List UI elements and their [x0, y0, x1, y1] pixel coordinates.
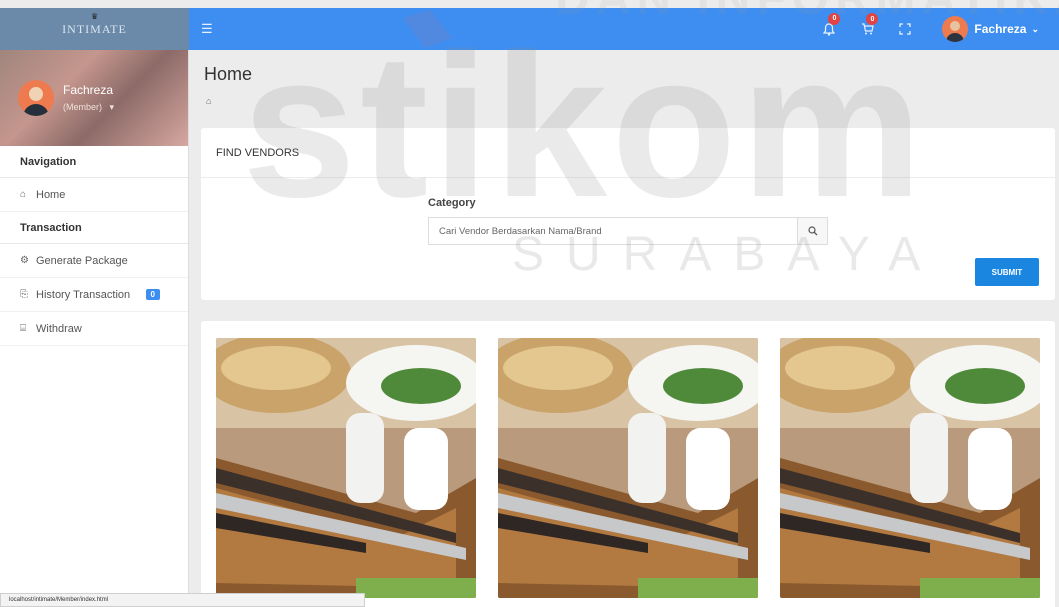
sidebar-item-label: Home: [36, 188, 66, 201]
sidebar-item-label: Withdraw: [36, 322, 82, 335]
vendor-search-input[interactable]: [429, 218, 797, 244]
section-navigation: Navigation: [0, 146, 188, 178]
vendor-photo: [498, 338, 758, 598]
sidebar-item-generate-package[interactable]: ⚙ Generate Package: [0, 244, 188, 278]
search-icon: [807, 226, 817, 236]
page-title: Home: [204, 64, 253, 84]
vendor-photo: [216, 338, 476, 598]
top-navbar: ♛ INTIMATE ☰ 0 0 Fachreza ⌄: [0, 8, 1059, 50]
submit-button[interactable]: SUBMIT: [975, 258, 1039, 286]
category-label: Category: [428, 197, 476, 209]
notifications-button[interactable]: 0: [810, 12, 848, 36]
profile-name: Fachreza: [63, 83, 114, 97]
vendor-photo: [780, 338, 1040, 598]
vendor-list-panel: [201, 321, 1055, 607]
home-icon: ⌂: [20, 189, 27, 200]
notification-count-badge: 0: [828, 12, 841, 25]
bank-icon: ⌸: [20, 323, 26, 334]
user-menu[interactable]: Fachreza ⌄: [942, 16, 1039, 42]
caret-down-icon: ▾: [104, 102, 115, 112]
search-button[interactable]: [797, 218, 827, 244]
vendor-card[interactable]: [216, 338, 476, 598]
profile-role: (Member): [63, 102, 103, 112]
vendor-search-box: [428, 217, 828, 245]
sidebar-item-label: History Transaction: [36, 288, 131, 301]
find-vendors-panel: FIND VENDORS Category SUBMIT: [201, 128, 1055, 300]
sidebar: Fachreza (Member) ▾ Navigation ⌂ Home Tr…: [0, 50, 189, 607]
brand-name: INTIMATE: [62, 21, 127, 36]
user-name: Fachreza: [974, 22, 1027, 36]
sidebar-profile: Fachreza (Member) ▾: [0, 50, 188, 146]
vendor-card[interactable]: [498, 338, 758, 598]
sidebar-item-withdraw[interactable]: ⌸ Withdraw: [0, 312, 188, 346]
cart-count-badge: 0: [866, 13, 879, 25]
cart-button[interactable]: 0: [848, 13, 886, 35]
avatar: [18, 80, 54, 116]
avatar: [942, 16, 969, 42]
breadcrumb-home-icon[interactable]: ⌂: [206, 96, 211, 106]
sidebar-item-home[interactable]: ⌂ Home: [0, 178, 188, 212]
fullscreen-button[interactable]: [886, 23, 924, 35]
sidebar-item-label: Generate Package: [36, 254, 128, 267]
profile-role-toggle[interactable]: (Member) ▾: [63, 102, 114, 113]
brand-logo[interactable]: ♛ INTIMATE: [0, 8, 189, 50]
sidebar-item-history-transaction[interactable]: ⎘ History Transaction 0: [0, 278, 188, 312]
section-transaction: Transaction: [0, 212, 188, 244]
vendor-card[interactable]: [780, 338, 1040, 598]
crown-icon: ♛: [91, 12, 100, 21]
hamburger-icon[interactable]: ☰: [201, 21, 219, 37]
history-icon: ⎘: [20, 289, 28, 300]
gears-icon: ⚙: [20, 255, 29, 266]
browser-status-url: localhost/intimate/Member/index.html: [0, 593, 365, 607]
panel-title: FIND VENDORS: [201, 128, 1055, 178]
chevron-down-icon: ⌄: [1031, 23, 1039, 34]
history-count-badge: 0: [145, 289, 160, 300]
expand-icon: [899, 23, 912, 35]
